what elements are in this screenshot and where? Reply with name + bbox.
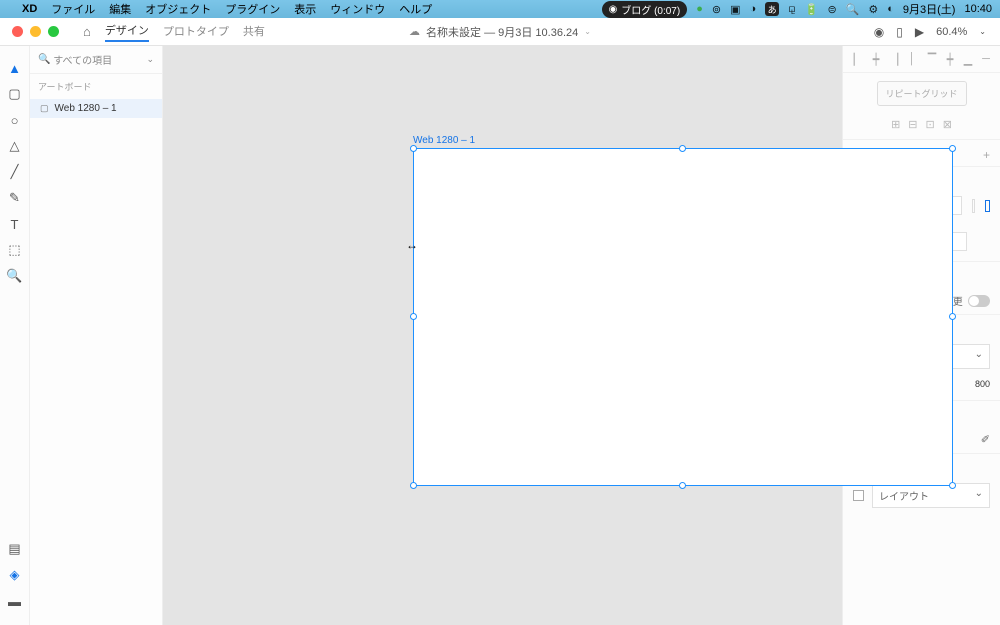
repeat-grid-button[interactable]: リピートグリッド — [877, 81, 967, 106]
boolean-ops: ⊞ ⊟ ⊡ ⊠ — [843, 114, 1000, 140]
spotlight-icon[interactable]: 🔍 — [846, 3, 860, 16]
menubar-time[interactable]: 10:40 — [964, 3, 992, 15]
wifi-icon[interactable]: ⊜ — [827, 3, 836, 16]
home-icon[interactable]: ⌂ — [83, 24, 91, 39]
plugins-icon[interactable]: ▬ — [5, 589, 25, 613]
bool-add-icon[interactable]: ⊞ — [891, 118, 900, 131]
tool-rail: ▲ ▢ ○ △ ╱ ✎ T ⬚ 🔍 ▤ ◈ ▬ — [0, 46, 30, 625]
layer-item-label: Web 1280 – 1 — [55, 103, 117, 114]
portrait-icon[interactable] — [972, 199, 976, 213]
align-center-v-icon[interactable]: ┿ — [943, 52, 957, 66]
alignment-row: ▏ ┿ ▕ │ ▔ ┿ ▁ ─ — [843, 46, 1000, 73]
layers-search-label: すべての項目 — [53, 52, 112, 67]
align-left-icon[interactable]: ▏ — [851, 52, 865, 66]
blog-timer[interactable]: ◉ ブログ (0:07) — [602, 1, 688, 18]
artboard-label[interactable]: Web 1280 – 1 — [413, 135, 475, 146]
resize-handle[interactable] — [679, 145, 686, 152]
menu-view[interactable]: 表示 — [294, 1, 316, 17]
resize-handle[interactable] — [679, 482, 686, 489]
menu-plugin[interactable]: プラグイン — [225, 1, 280, 17]
layers-section-header: アートボード — [30, 74, 162, 99]
grid-type-select[interactable]: レイアウト ⌄ — [872, 483, 990, 508]
window-titlebar: ⌂ デザイン プロトタイプ 共有 ☁ 名称未設定 — 9月3日 10.36.24… — [0, 18, 1000, 46]
polygon-tool[interactable]: △ — [5, 134, 25, 158]
chevron-down-icon: ⌄ — [975, 349, 983, 364]
resize-handle[interactable] — [410, 145, 417, 152]
chevron-down-icon[interactable]: ⌄ — [146, 54, 154, 65]
resize-cursor-icon: ↔ — [406, 238, 418, 252]
window-zoom-button[interactable] — [48, 26, 59, 37]
distribute-v-icon[interactable]: ─ — [979, 52, 993, 66]
window-close-button[interactable] — [12, 26, 23, 37]
status-icon[interactable]: ◐ — [887, 3, 894, 15]
ellipse-tool[interactable]: ○ — [5, 108, 25, 132]
pen-tool[interactable]: ✎ — [5, 186, 25, 210]
eyedropper-icon[interactable]: ✐ — [981, 433, 990, 446]
artboard[interactable] — [413, 148, 953, 486]
battery-icon[interactable]: 🔋 — [805, 3, 819, 16]
document-title[interactable]: 名称未設定 — 9月3日 10.36.24 — [426, 24, 578, 40]
profile-icon[interactable]: ◉ — [874, 25, 884, 39]
zoom-tool[interactable]: 🔍 — [5, 264, 25, 288]
status-icon[interactable]: ▣ — [730, 3, 740, 16]
status-icon[interactable]: ● — [696, 3, 703, 15]
tab-prototype[interactable]: プロトタイプ — [163, 23, 229, 41]
text-tool[interactable]: T — [5, 212, 25, 236]
artboard-icon: ▢ — [40, 103, 49, 114]
zoom-level[interactable]: 60.4% — [936, 26, 967, 38]
rectangle-tool[interactable]: ▢ — [5, 82, 25, 106]
layers-search[interactable]: 🔍 すべての項目 ⌄ — [30, 46, 162, 74]
resize-handle[interactable] — [949, 482, 956, 489]
tab-design[interactable]: デザイン — [105, 22, 149, 42]
status-icon[interactable]: ◑ — [749, 3, 756, 15]
zoom-dropdown-icon[interactable]: ⌄ — [979, 27, 986, 36]
layer-item[interactable]: ▢ Web 1280 – 1 — [30, 99, 162, 118]
bool-subtract-icon[interactable]: ⊟ — [908, 118, 917, 131]
align-bottom-icon[interactable]: ▁ — [961, 52, 975, 66]
canvas[interactable]: Web 1280 – 1 ↔ — [163, 46, 842, 625]
responsive-toggle[interactable] — [968, 295, 990, 307]
align-center-h-icon[interactable]: ┿ — [869, 52, 883, 66]
tab-share[interactable]: 共有 — [243, 23, 265, 41]
align-top-icon[interactable]: ▔ — [925, 52, 939, 66]
status-icon[interactable]: ⊚ — [712, 3, 721, 16]
menu-edit[interactable]: 編集 — [109, 1, 131, 17]
layers-panel: 🔍 すべての項目 ⌄ アートボード ▢ Web 1280 – 1 — [30, 46, 163, 625]
menubar-date[interactable]: 9月3日(土) — [903, 1, 956, 17]
cloud-icon: ☁ — [409, 25, 420, 38]
resize-handle[interactable] — [410, 313, 417, 320]
menu-object[interactable]: オブジェクト — [145, 1, 211, 17]
macos-menubar: XD ファイル 編集 オブジェクト プラグイン 表示 ウィンドウ ヘルプ ◉ ブ… — [0, 0, 1000, 18]
layers-icon[interactable]: ◈ — [5, 563, 25, 587]
bluetooth-icon[interactable]: ⚼ — [788, 3, 796, 16]
add-component-icon[interactable]: + — [983, 148, 990, 162]
input-source-icon[interactable]: あ — [765, 2, 779, 16]
libraries-icon[interactable]: ▤ — [5, 537, 25, 561]
resize-handle[interactable] — [949, 145, 956, 152]
chevron-down-icon: ⌄ — [975, 488, 983, 503]
align-right-icon[interactable]: ▕ — [887, 52, 901, 66]
grid-type-value: レイアウト — [879, 488, 929, 503]
doc-dropdown-icon[interactable]: ⌄ — [584, 27, 591, 36]
control-center-icon[interactable]: ⚙ — [868, 3, 878, 16]
window-minimize-button[interactable] — [30, 26, 41, 37]
viewport-height-value[interactable]: 800 — [975, 379, 990, 392]
menu-help[interactable]: ヘルプ — [399, 1, 432, 17]
bool-intersect-icon[interactable]: ⊡ — [926, 118, 935, 131]
grid-checkbox[interactable] — [853, 490, 864, 501]
mobile-preview-icon[interactable]: ▯ — [896, 25, 903, 39]
line-tool[interactable]: ╱ — [5, 160, 25, 184]
landscape-icon[interactable] — [985, 200, 990, 212]
resize-handle[interactable] — [410, 482, 417, 489]
search-icon: 🔍 — [38, 54, 50, 65]
distribute-h-icon[interactable]: │ — [905, 52, 919, 66]
bool-exclude-icon[interactable]: ⊠ — [943, 118, 952, 131]
menu-window[interactable]: ウィンドウ — [330, 1, 385, 17]
app-name[interactable]: XD — [22, 3, 37, 15]
artboard-tool[interactable]: ⬚ — [5, 238, 25, 262]
resize-handle[interactable] — [949, 313, 956, 320]
select-tool[interactable]: ▲ — [5, 56, 25, 80]
play-preview-icon[interactable]: ▶ — [915, 25, 924, 39]
menu-file[interactable]: ファイル — [51, 1, 95, 17]
